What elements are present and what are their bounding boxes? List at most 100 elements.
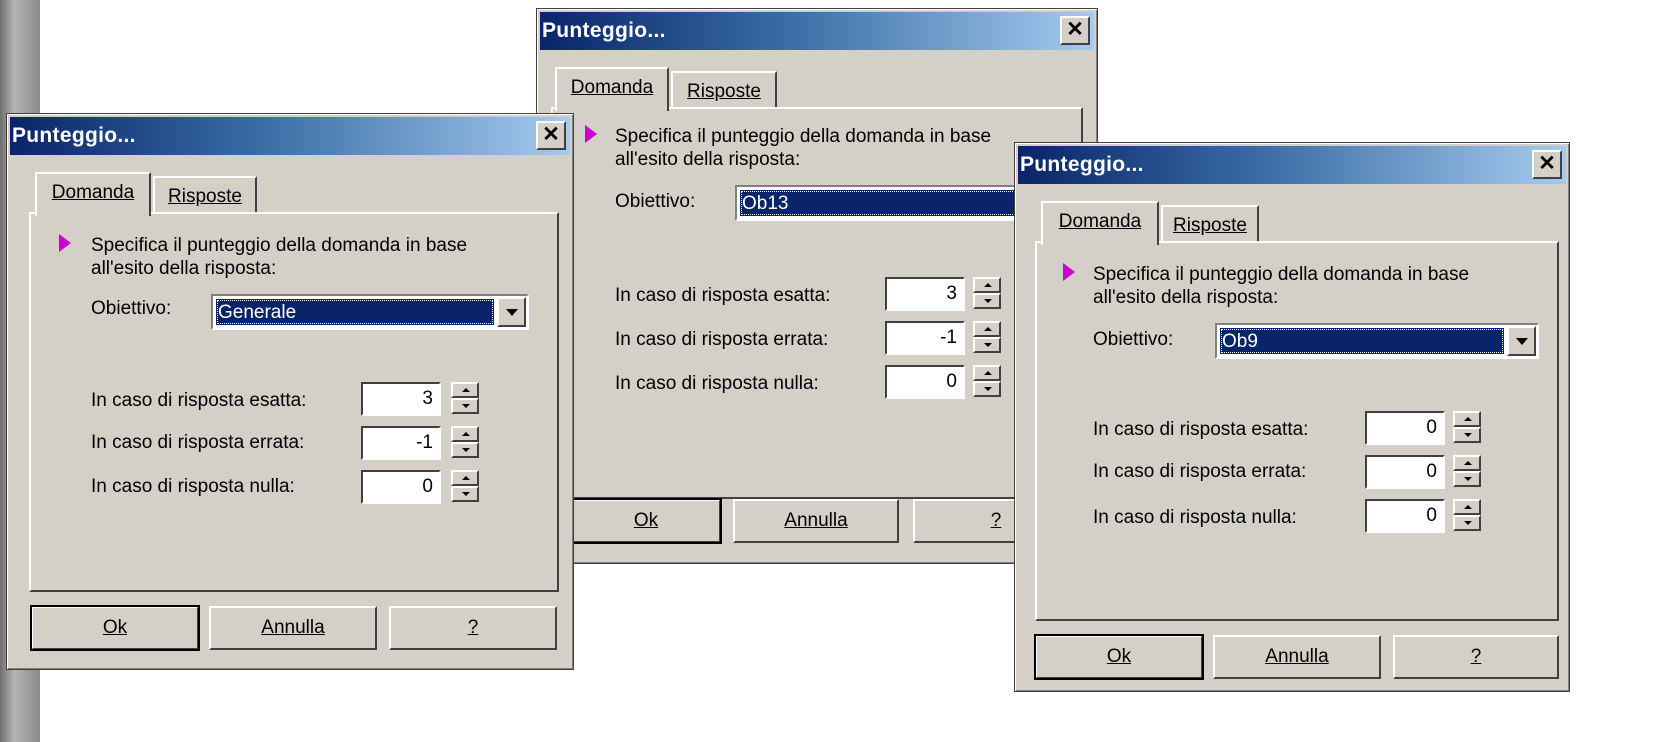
stepper-down-icon[interactable] bbox=[451, 442, 479, 458]
pointer-arrow-icon bbox=[59, 234, 71, 252]
punteggio-dialog-generale: Punteggio... ✕ Domanda Risposte Specific… bbox=[6, 113, 574, 670]
chevron-down-icon[interactable] bbox=[1507, 326, 1536, 356]
nulla-input[interactable]: 0 bbox=[1365, 499, 1445, 533]
help-button-label: ? bbox=[1470, 646, 1482, 667]
row-esatta-label: In caso di risposta esatta: bbox=[615, 285, 831, 306]
obiettivo-label: Obiettivo: bbox=[1093, 329, 1174, 350]
annulla-button-label: Annulla bbox=[261, 617, 325, 638]
obiettivo-label: Obiettivo: bbox=[615, 191, 696, 212]
stepper-down-icon[interactable] bbox=[451, 398, 479, 414]
ok-button[interactable]: Ok bbox=[570, 498, 722, 544]
stepper-up-icon[interactable] bbox=[1453, 411, 1481, 427]
stepper-down-icon[interactable] bbox=[1453, 471, 1481, 487]
title-bar[interactable]: Punteggio... ✕ bbox=[10, 117, 570, 155]
row-errata-label: In caso di risposta errata: bbox=[615, 329, 829, 350]
stepper-up-icon[interactable] bbox=[451, 470, 479, 486]
dialog-title: Punteggio... bbox=[1020, 153, 1144, 176]
nulla-input[interactable]: 0 bbox=[885, 365, 965, 399]
errata-input[interactable]: 0 bbox=[1365, 455, 1445, 489]
annulla-button-label: Annulla bbox=[1265, 646, 1329, 667]
pointer-arrow-icon bbox=[585, 125, 597, 143]
annulla-button[interactable]: Annulla bbox=[733, 499, 899, 543]
obiettivo-selected-value: Generale bbox=[216, 299, 494, 325]
obiettivo-selected-value: Ob13 bbox=[740, 190, 1030, 216]
row-errata-label: In caso di risposta errata: bbox=[91, 432, 305, 453]
obiettivo-selected-value: Ob9 bbox=[1220, 328, 1504, 354]
ok-button-label: Ok bbox=[633, 510, 659, 531]
stepper-up-icon[interactable] bbox=[1453, 455, 1481, 471]
stepper-up-icon[interactable] bbox=[973, 321, 1001, 337]
chevron-down-icon[interactable] bbox=[497, 297, 526, 327]
obiettivo-select[interactable]: Generale bbox=[211, 294, 529, 330]
nulla-stepper[interactable] bbox=[451, 470, 479, 502]
stepper-up-icon[interactable] bbox=[451, 382, 479, 398]
stepper-up-icon[interactable] bbox=[973, 277, 1001, 293]
tab-domanda[interactable]: Domanda bbox=[555, 67, 669, 111]
annulla-button[interactable]: Annulla bbox=[209, 606, 377, 650]
esatta-stepper[interactable] bbox=[1453, 411, 1481, 443]
ok-button[interactable]: Ok bbox=[1034, 634, 1204, 680]
annulla-button-label: Annulla bbox=[784, 510, 848, 531]
esatta-input[interactable]: 3 bbox=[361, 382, 441, 416]
errata-stepper[interactable] bbox=[451, 426, 479, 458]
close-icon: ✕ bbox=[1066, 18, 1084, 41]
errata-stepper[interactable] bbox=[1453, 455, 1481, 487]
help-button-label: ? bbox=[990, 510, 1002, 531]
help-button[interactable]: ? bbox=[1393, 635, 1559, 679]
instruction-text: Specifica il punteggio della domanda in … bbox=[91, 235, 468, 279]
tab-domanda[interactable]: Domanda bbox=[1041, 201, 1159, 245]
punteggio-dialog-ob9: Punteggio... ✕ Domanda Risposte Specific… bbox=[1014, 142, 1570, 692]
tab-risposte-label: Risposte bbox=[168, 186, 242, 207]
esatta-stepper[interactable] bbox=[973, 277, 1001, 309]
esatta-input[interactable]: 3 bbox=[885, 277, 965, 311]
title-bar[interactable]: Punteggio... ✕ bbox=[540, 12, 1094, 50]
errata-stepper[interactable] bbox=[973, 321, 1001, 353]
instruction-text: Specifica il punteggio della domanda in … bbox=[615, 126, 992, 170]
tab-domanda-label: Domanda bbox=[1058, 211, 1142, 232]
help-button[interactable]: ? bbox=[389, 606, 557, 650]
nulla-stepper[interactable] bbox=[973, 365, 1001, 397]
stepper-up-icon[interactable] bbox=[1453, 499, 1481, 515]
row-esatta-label: In caso di risposta esatta: bbox=[91, 390, 307, 411]
nulla-stepper[interactable] bbox=[1453, 499, 1481, 531]
annulla-button[interactable]: Annulla bbox=[1213, 635, 1381, 679]
close-icon: ✕ bbox=[542, 123, 560, 146]
stepper-down-icon[interactable] bbox=[973, 381, 1001, 397]
stepper-down-icon[interactable] bbox=[973, 337, 1001, 353]
esatta-input[interactable]: 0 bbox=[1365, 411, 1445, 445]
close-button[interactable]: ✕ bbox=[1060, 16, 1090, 45]
stepper-down-icon[interactable] bbox=[451, 486, 479, 502]
close-button[interactable]: ✕ bbox=[1532, 150, 1562, 179]
obiettivo-select[interactable]: Ob9 bbox=[1215, 323, 1539, 359]
row-esatta-label: In caso di risposta esatta: bbox=[1093, 419, 1309, 440]
nulla-input[interactable]: 0 bbox=[361, 470, 441, 504]
row-nulla-label: In caso di risposta nulla: bbox=[1093, 507, 1297, 528]
errata-input[interactable]: -1 bbox=[885, 321, 965, 355]
obiettivo-label: Obiettivo: bbox=[91, 298, 172, 319]
dialog-title: Punteggio... bbox=[12, 124, 136, 147]
pointer-arrow-icon bbox=[1063, 263, 1075, 281]
esatta-stepper[interactable] bbox=[451, 382, 479, 414]
close-button[interactable]: ✕ bbox=[536, 121, 566, 150]
row-nulla-label: In caso di risposta nulla: bbox=[91, 476, 295, 497]
row-errata-label: In caso di risposta errata: bbox=[1093, 461, 1307, 482]
errata-input[interactable]: -1 bbox=[361, 426, 441, 460]
stepper-down-icon[interactable] bbox=[973, 293, 1001, 309]
tab-risposte-label: Risposte bbox=[1173, 215, 1247, 236]
ok-button-label: Ok bbox=[102, 617, 128, 638]
row-nulla-label: In caso di risposta nulla: bbox=[615, 373, 819, 394]
stepper-down-icon[interactable] bbox=[1453, 515, 1481, 531]
stepper-up-icon[interactable] bbox=[451, 426, 479, 442]
ok-button-label: Ok bbox=[1106, 646, 1132, 667]
close-icon: ✕ bbox=[1538, 152, 1556, 175]
dialog-title: Punteggio... bbox=[542, 19, 666, 42]
tab-risposte-label: Risposte bbox=[687, 81, 761, 102]
tab-domanda-label: Domanda bbox=[51, 182, 135, 203]
tab-domanda-label: Domanda bbox=[570, 77, 654, 98]
stepper-down-icon[interactable] bbox=[1453, 427, 1481, 443]
ok-button[interactable]: Ok bbox=[30, 605, 200, 651]
tab-domanda[interactable]: Domanda bbox=[35, 172, 151, 216]
help-button-label: ? bbox=[467, 617, 479, 638]
title-bar[interactable]: Punteggio... ✕ bbox=[1018, 146, 1566, 184]
stepper-up-icon[interactable] bbox=[973, 365, 1001, 381]
